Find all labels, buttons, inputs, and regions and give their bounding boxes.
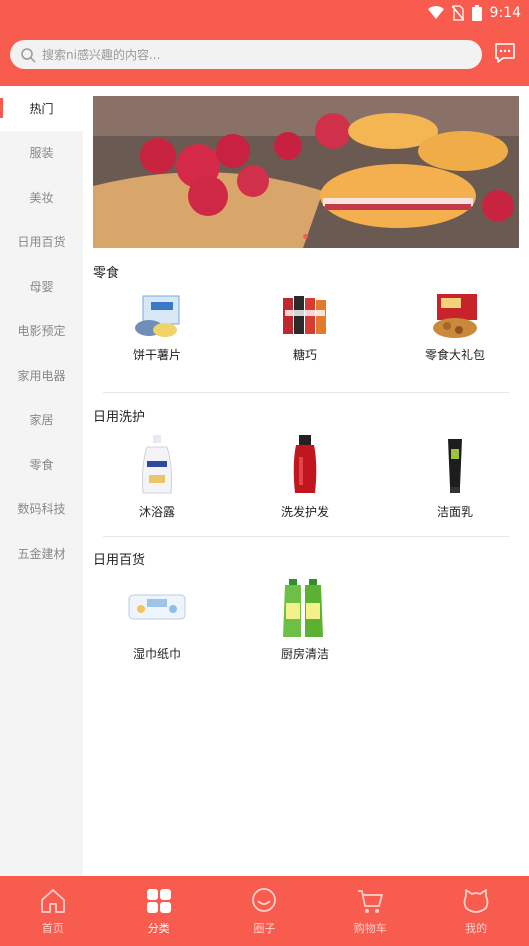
candy-chocolate-image <box>283 296 326 334</box>
section-divider <box>103 536 509 537</box>
tab-profile[interactable]: 我的 <box>423 876 529 946</box>
no-sim-icon <box>451 5 464 21</box>
section-title-snacks: 零食 <box>93 266 120 281</box>
sidebar-item-home[interactable]: 家居 <box>0 398 83 443</box>
sidebar-item-label: 电影预定 <box>17 324 66 339</box>
product-name: 湿巾纸巾 <box>132 647 181 661</box>
sidebar-item-snacks[interactable]: 零食 <box>0 442 83 487</box>
tab-home[interactable]: 首页 <box>0 876 106 946</box>
tab-label: 我的 <box>465 922 488 935</box>
sidebar-item-hot[interactable]: 热门 <box>0 86 83 131</box>
tab-cart[interactable]: 购物车 <box>317 876 423 946</box>
sidebar-item-daily-goods[interactable]: 日用百货 <box>0 220 83 265</box>
sidebar-item-label: 数码科技 <box>17 502 66 517</box>
category-content: 零食 饼干薯片 糖巧 零食大礼包 日用洗护 沐浴露 洗发护发 洁面乳 日用百货 … <box>83 86 529 876</box>
product-name: 厨房清洁 <box>280 647 329 661</box>
product-shampoo[interactable]: 洗发护发 <box>235 435 375 520</box>
tab-circle[interactable]: 圈子 <box>212 876 318 946</box>
product-name: 饼干薯片 <box>132 348 181 362</box>
product-name: 零食大礼包 <box>424 348 485 362</box>
sidebar-item-appliances[interactable]: 家用电器 <box>0 353 83 398</box>
sidebar-item-label: 日用百货 <box>17 235 66 250</box>
product-name: 沐浴露 <box>138 505 175 519</box>
chat-circle-icon <box>252 888 277 912</box>
section-title-daily-care: 日用洗护 <box>93 410 146 425</box>
search-input[interactable]: 搜索ni感兴趣的内容... <box>10 40 482 69</box>
sidebar-item-hardware[interactable]: 五金建材 <box>0 531 83 576</box>
wifi-icon <box>427 6 444 19</box>
message-icon[interactable] <box>493 41 517 65</box>
cart-icon <box>358 890 384 913</box>
status-time: 9:14 <box>489 5 521 21</box>
section-divider <box>103 392 509 393</box>
sidebar-item-label: 母婴 <box>29 279 54 294</box>
product-name: 洗发护发 <box>280 505 329 519</box>
category-sidebar: 热门 服装 美妆 日用百货 母婴 电影预定 家用电器 家居 零食 数码科技 五金… <box>0 86 83 876</box>
status-icons: 9:14 <box>427 4 521 22</box>
sidebar-item-label: 家用电器 <box>17 368 66 383</box>
search-icon <box>21 47 36 63</box>
sidebar-item-label: 美妆 <box>29 190 54 205</box>
sidebar-item-movie[interactable]: 电影预定 <box>0 309 83 354</box>
product-kitchen-cleaner[interactable]: 厨房清洁 <box>235 579 375 662</box>
sidebar-item-label: 零食 <box>29 457 54 472</box>
sidebar-item-beauty[interactable]: 美妆 <box>0 175 83 220</box>
tab-label: 圈子 <box>253 922 276 935</box>
shampoo-image <box>293 435 317 493</box>
product-body-wash[interactable]: 沐浴露 <box>87 435 227 520</box>
banner-indicator <box>303 234 308 239</box>
product-snack-gift-pack[interactable]: 零食大礼包 <box>385 292 525 363</box>
sidebar-item-digital[interactable]: 数码科技 <box>0 487 83 532</box>
sidebar-item-label: 五金建材 <box>17 546 66 561</box>
sidebar-item-label: 热门 <box>29 101 54 116</box>
bottom-tab-bar: 首页 分类 圈子 购物车 我的 <box>0 876 529 946</box>
header: 搜索ni感兴趣的内容... <box>0 26 529 86</box>
facial-cleanser-image <box>448 439 462 493</box>
tab-category[interactable]: 分类 <box>106 876 212 946</box>
body-wash-image <box>142 435 172 494</box>
promo-banner[interactable] <box>93 96 519 248</box>
tab-label: 首页 <box>41 922 64 935</box>
status-bar: 9:14 <box>0 0 529 26</box>
battery-icon <box>471 5 482 21</box>
kitchen-cleaner-image <box>283 579 323 637</box>
tab-label: 分类 <box>147 922 170 935</box>
sidebar-item-label: 家居 <box>29 413 54 428</box>
snack-gift-pack-image <box>433 294 477 338</box>
product-wet-wipes[interactable]: 湿巾纸巾 <box>87 579 227 662</box>
product-biscuits[interactable]: 饼干薯片 <box>87 292 227 363</box>
product-candy-chocolate[interactable]: 糖巧 <box>235 292 375 363</box>
product-facial-cleanser[interactable]: 洁面乳 <box>385 435 525 520</box>
sidebar-item-clothing[interactable]: 服装 <box>0 131 83 176</box>
wet-wipes-image <box>128 594 186 620</box>
search-placeholder: 搜索ni感兴趣的内容... <box>42 48 161 62</box>
home-icon <box>40 889 65 913</box>
tab-label: 购物车 <box>353 922 387 935</box>
category-icon <box>146 889 171 913</box>
sidebar-item-baby[interactable]: 母婴 <box>0 264 83 309</box>
sidebar-item-label: 服装 <box>29 146 54 161</box>
product-name: 糖巧 <box>292 348 317 362</box>
biscuits-image <box>135 295 180 337</box>
product-name: 洁面乳 <box>436 505 473 519</box>
profile-icon <box>463 889 489 913</box>
banner-image <box>93 96 519 248</box>
section-title-daily-goods: 日用百货 <box>93 553 146 568</box>
